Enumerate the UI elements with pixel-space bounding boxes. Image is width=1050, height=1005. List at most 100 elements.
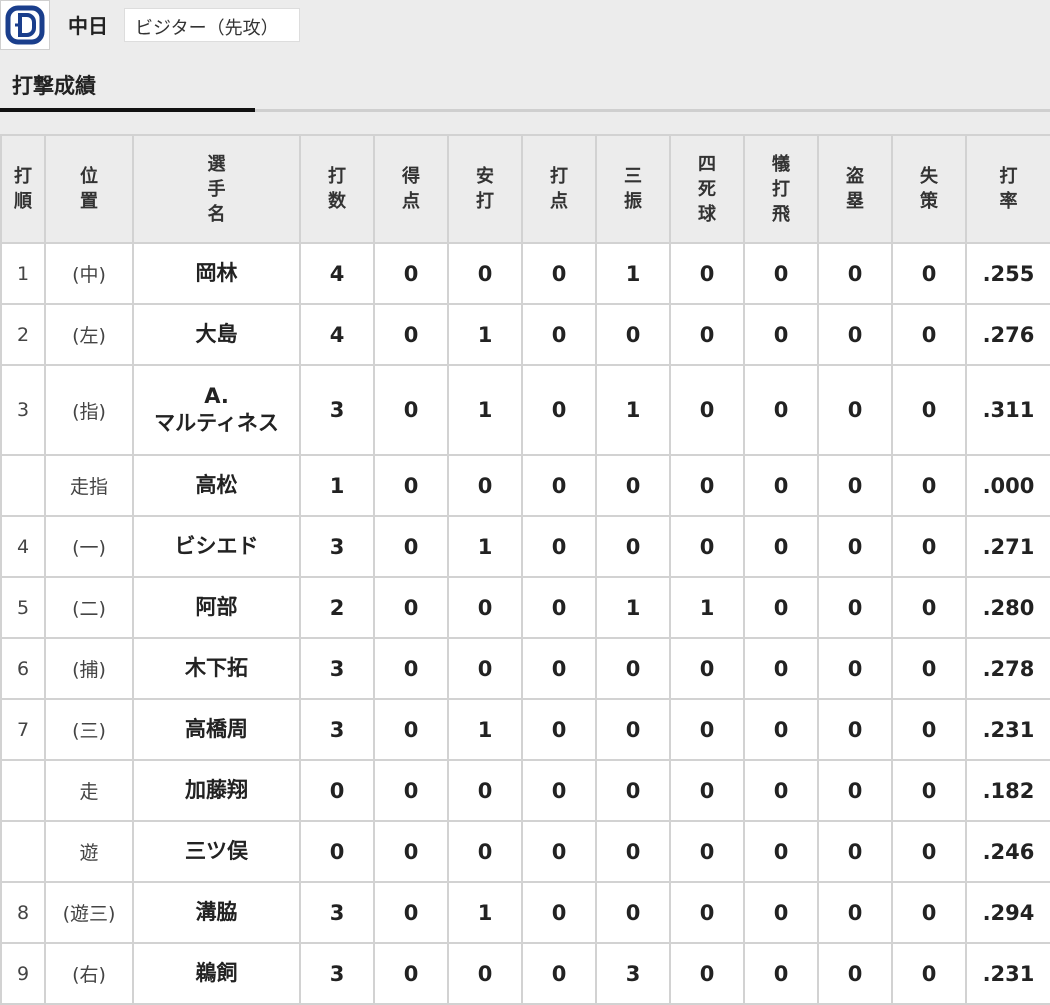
sacrifices-cell: 0 — [743, 576, 819, 639]
batting-average-cell: .271 — [965, 515, 1050, 578]
rbi-cell: 0 — [521, 820, 597, 883]
player-name[interactable]: 溝脇 — [196, 900, 238, 924]
player-name-cell[interactable]: 三ツ俣 — [132, 820, 301, 883]
walks-hbp-cell: 0 — [669, 881, 745, 944]
hits-cell: 0 — [447, 576, 523, 639]
batting-average-cell: .246 — [965, 820, 1050, 883]
sacrifices-cell: 0 — [743, 303, 819, 366]
strikeouts-cell: 1 — [595, 364, 671, 456]
header-runs: 得 点 — [373, 134, 449, 244]
errors-cell: 0 — [891, 364, 967, 456]
at-bats-cell: 3 — [299, 637, 375, 700]
hits-cell: 1 — [447, 698, 523, 761]
stolen-bases-cell: 0 — [817, 881, 893, 944]
tab-batting-stats[interactable]: 打撃成績 — [12, 70, 96, 100]
player-name-cell[interactable]: 阿部 — [132, 576, 301, 639]
player-name-cell[interactable]: 鵜飼 — [132, 942, 301, 1005]
player-name-cell[interactable]: ビシエド — [132, 515, 301, 578]
table-row: 5 (二) 阿部 2 0 0 0 1 1 0 0 0.280 — [0, 576, 1050, 639]
sacrifices-cell: 0 — [743, 364, 819, 456]
player-name[interactable]: 岡林 — [196, 261, 238, 285]
player-name-cell[interactable]: 高松 — [132, 454, 301, 517]
player-name[interactable]: ビシエド — [175, 534, 259, 558]
errors-cell: 0 — [891, 515, 967, 578]
player-name-cell[interactable]: 溝脇 — [132, 881, 301, 944]
hits-cell: 1 — [447, 881, 523, 944]
player-name[interactable]: 大島 — [196, 322, 238, 346]
at-bats-cell: 3 — [299, 364, 375, 456]
player-name-cell[interactable]: 岡林 — [132, 242, 301, 305]
batting-average-cell: .000 — [965, 454, 1050, 517]
at-bats-cell: 3 — [299, 515, 375, 578]
sacrifices-cell: 0 — [743, 759, 819, 822]
hits-cell: 0 — [447, 637, 523, 700]
visitor-badge: ビジター（先攻） — [124, 8, 300, 42]
position-cell: (一) — [44, 515, 134, 578]
player-name-cell[interactable]: 木下拓 — [132, 637, 301, 700]
strikeouts-cell: 1 — [595, 576, 671, 639]
errors-cell: 0 — [891, 942, 967, 1005]
table-row: 6 (捕) 木下拓 3 0 0 0 0 0 0 0 0.278 — [0, 637, 1050, 700]
player-name[interactable]: 鵜飼 — [196, 961, 238, 985]
batting-order-cell — [0, 454, 46, 517]
at-bats-cell: 2 — [299, 576, 375, 639]
strikeouts-cell: 3 — [595, 942, 671, 1005]
player-name[interactable]: 加藤翔 — [185, 778, 248, 802]
stolen-bases-cell: 0 — [817, 759, 893, 822]
rbi-cell: 0 — [521, 881, 597, 944]
stolen-bases-cell: 0 — [817, 576, 893, 639]
walks-hbp-cell: 0 — [669, 454, 745, 517]
runs-cell: 0 — [373, 242, 449, 305]
rbi-cell: 0 — [521, 242, 597, 305]
rbi-cell: 0 — [521, 364, 597, 456]
rbi-cell: 0 — [521, 942, 597, 1005]
at-bats-cell: 0 — [299, 759, 375, 822]
player-name[interactable]: A. マルティネス — [154, 384, 279, 435]
runs-cell: 0 — [373, 759, 449, 822]
errors-cell: 0 — [891, 759, 967, 822]
player-name-cell[interactable]: 大島 — [132, 303, 301, 366]
table-row: 1 (中) 岡林 4 0 0 0 1 0 0 0 0.255 — [0, 242, 1050, 305]
table-row: 2 (左) 大島 4 0 1 0 0 0 0 0 0.276 — [0, 303, 1050, 366]
header-strikeouts: 三 振 — [595, 134, 671, 244]
header-hits: 安 打 — [447, 134, 523, 244]
rbi-cell: 0 — [521, 576, 597, 639]
player-name[interactable]: 阿部 — [196, 595, 238, 619]
runs-cell: 0 — [373, 454, 449, 517]
batting-order-cell — [0, 759, 46, 822]
position-cell: (三) — [44, 698, 134, 761]
runs-cell: 0 — [373, 942, 449, 1005]
walks-hbp-cell: 0 — [669, 698, 745, 761]
sacrifices-cell: 0 — [743, 942, 819, 1005]
player-name-cell[interactable]: A. マルティネス — [132, 364, 301, 456]
runs-cell: 0 — [373, 303, 449, 366]
table-row: 走指 高松 1 0 0 0 0 0 0 0 0.000 — [0, 454, 1050, 517]
rbi-cell: 0 — [521, 637, 597, 700]
player-name-cell[interactable]: 加藤翔 — [132, 759, 301, 822]
strikeouts-cell: 0 — [595, 820, 671, 883]
at-bats-cell: 3 — [299, 881, 375, 944]
runs-cell: 0 — [373, 364, 449, 456]
player-name[interactable]: 木下拓 — [185, 656, 248, 680]
position-cell: (左) — [44, 303, 134, 366]
player-name-cell[interactable]: 高橋周 — [132, 698, 301, 761]
hits-cell: 0 — [447, 942, 523, 1005]
rbi-cell: 0 — [521, 303, 597, 366]
player-name[interactable]: 三ツ俣 — [185, 839, 248, 863]
player-name[interactable]: 高松 — [196, 473, 238, 497]
walks-hbp-cell: 0 — [669, 820, 745, 883]
header-batting-average: 打 率 — [965, 134, 1050, 244]
team-header: 中日 ビジター（先攻） — [0, 0, 1050, 52]
stolen-bases-cell: 0 — [817, 303, 893, 366]
hits-cell: 0 — [447, 759, 523, 822]
position-cell: (中) — [44, 242, 134, 305]
player-name[interactable]: 高橋周 — [185, 717, 248, 741]
table-header-row: 打 順 位 置 選 手 名 打 数 得 点 安 打 打 点 三 振 四 死 球 … — [0, 134, 1050, 244]
runs-cell: 0 — [373, 637, 449, 700]
sacrifices-cell: 0 — [743, 242, 819, 305]
batting-average-cell: .231 — [965, 942, 1050, 1005]
header-rbi: 打 点 — [521, 134, 597, 244]
at-bats-cell: 3 — [299, 698, 375, 761]
position-cell: (二) — [44, 576, 134, 639]
header-position: 位 置 — [44, 134, 134, 244]
